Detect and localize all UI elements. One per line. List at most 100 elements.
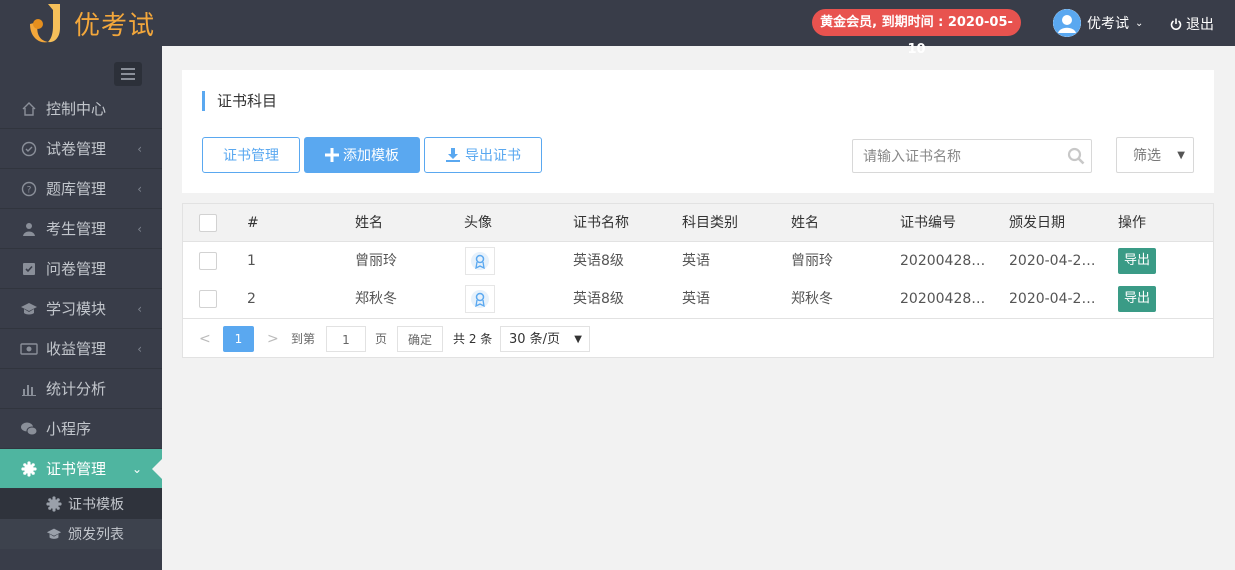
row-issue-date: 2020-04-2… xyxy=(1009,291,1096,307)
row-export-button[interactable]: 导出 xyxy=(1118,248,1156,274)
sidebar-subitem-2[interactable]: 颁发列表 xyxy=(0,519,162,549)
sidebar-item-label: 小程序 xyxy=(46,420,92,438)
username: 优考试 xyxy=(1087,16,1129,32)
prev-page-icon[interactable]: < xyxy=(199,326,211,352)
search-box xyxy=(852,139,1092,173)
check-circle-icon xyxy=(20,140,38,158)
active-notch xyxy=(152,459,162,479)
avatar xyxy=(1053,9,1081,37)
page-size-select[interactable]: 30 条/页 ▼ xyxy=(500,326,590,352)
cert-table: # 姓名 头像 证书名称 科目类别 姓名 证书编号 颁发日期 操作 1 曾丽玲 … xyxy=(182,203,1214,358)
sidebar-item-2[interactable]: 试卷管理 ‹ xyxy=(0,129,162,169)
chevron-left-icon: ‹ xyxy=(137,182,142,196)
logo-mark-icon xyxy=(26,2,66,44)
sidebar-subitem-label: 颁发列表 xyxy=(68,527,124,543)
gear-badge-icon xyxy=(46,496,62,512)
sidebar-menu: 控制中心 试卷管理 ‹? 题库管理 ‹ 考生管理 ‹ 问卷管理 学习模块 ‹ 收益管理 ‹ 统计分析 小程… xyxy=(0,89,162,549)
sidebar-item-label: 收益管理 xyxy=(46,340,107,358)
row-category: 英语 xyxy=(682,253,710,269)
col-action: 操作 xyxy=(1118,215,1146,231)
export-cert-button[interactable]: 导出证书 xyxy=(424,137,542,173)
graduation-cap-icon xyxy=(20,300,38,318)
row-cert-code: 20200428… xyxy=(900,253,986,269)
sidebar-item-4[interactable]: 考生管理 ‹ xyxy=(0,209,162,249)
col-name: 姓名 xyxy=(355,215,383,231)
row-issue-date: 2020-04-2… xyxy=(1009,253,1096,269)
goto-label: 到第 xyxy=(291,332,316,346)
col-category: 科目类别 xyxy=(682,215,738,231)
toolbar-panel: 证书科目 证书管理 添加模板 导出证书 筛选 ▼ xyxy=(182,70,1214,193)
row-avatar[interactable] xyxy=(465,247,495,275)
row-name: 曾丽玲 xyxy=(355,253,397,269)
total-count: 共 2 条 xyxy=(453,332,493,346)
col-cert-name: 证书名称 xyxy=(573,215,629,231)
row-checkbox[interactable] xyxy=(199,290,217,308)
row-category: 英语 xyxy=(682,291,710,307)
gear-badge-icon xyxy=(20,460,38,478)
col-name2: 姓名 xyxy=(791,215,819,231)
sidebar-item-3[interactable]: ? 题库管理 ‹ xyxy=(0,169,162,209)
next-page-icon[interactable]: > xyxy=(267,326,279,352)
caret-down-icon: ▼ xyxy=(574,334,582,345)
filter-select[interactable]: 筛选 ▼ xyxy=(1116,137,1194,173)
top-header: 优考试 黄金会员, 到期时间 : 2020-05-10 优考试 ⌄ 退出 xyxy=(0,0,1235,57)
sidebar-item-5[interactable]: 问卷管理 xyxy=(0,249,162,289)
row-export-button[interactable]: 导出 xyxy=(1118,286,1156,312)
sidebar-item-label: 问卷管理 xyxy=(46,260,107,278)
col-avatar: 头像 xyxy=(464,215,492,231)
sidebar-subitem-1[interactable]: 证书模板 xyxy=(0,489,162,519)
user-menu[interactable]: 优考试 ⌄ xyxy=(1053,9,1143,37)
sidebar-item-10[interactable]: 证书管理 ⌄ xyxy=(0,449,162,489)
wechat-icon xyxy=(20,420,38,438)
search-input[interactable] xyxy=(853,140,1061,172)
chevron-left-icon: ‹ xyxy=(137,222,142,236)
add-template-button[interactable]: 添加模板 xyxy=(304,137,420,173)
hamburger-icon xyxy=(121,68,135,70)
download-icon xyxy=(446,148,460,162)
col-no: # xyxy=(247,215,259,231)
menu-toggle-button[interactable] xyxy=(114,62,142,86)
chevron-left-icon: ‹ xyxy=(137,302,142,316)
sidebar-item-label: 证书管理 xyxy=(46,460,107,478)
row-cert-name: 英语8级 xyxy=(573,291,624,307)
row-cert-code: 20200428… xyxy=(900,291,986,307)
page-label: 页 xyxy=(375,332,388,346)
sidebar-submenu: 证书模板颁发列表 xyxy=(0,489,162,549)
col-issue-date: 颁发日期 xyxy=(1009,215,1065,231)
sidebar-item-label: 题库管理 xyxy=(46,180,107,198)
sidebar-item-label: 学习模块 xyxy=(46,300,107,318)
logout-label: 退出 xyxy=(1186,17,1214,33)
sidebar-item-label: 试卷管理 xyxy=(46,140,107,158)
money-icon xyxy=(20,340,38,358)
svg-text:?: ? xyxy=(27,185,32,195)
logout-button[interactable]: 退出 xyxy=(1170,14,1214,34)
row-cert-name: 英语8级 xyxy=(573,253,624,269)
search-icon[interactable] xyxy=(1061,147,1091,165)
select-all-checkbox[interactable] xyxy=(199,214,217,232)
caret-down-icon: ▼ xyxy=(1177,150,1185,161)
home-icon xyxy=(20,100,38,118)
page-title: 证书科目 xyxy=(202,91,277,111)
page-current[interactable]: 1 xyxy=(223,326,254,352)
sidebar-item-label: 统计分析 xyxy=(46,380,107,398)
goto-confirm-button[interactable]: 确定 xyxy=(397,326,443,352)
sidebar-item-9[interactable]: 小程序 xyxy=(0,409,162,449)
sidebar-item-label: 控制中心 xyxy=(46,100,107,118)
user-icon xyxy=(20,220,38,238)
logo[interactable]: 优考试 xyxy=(26,2,155,44)
goto-page-input[interactable]: 1 xyxy=(326,326,366,352)
sidebar-item-6[interactable]: 学习模块 ‹ xyxy=(0,289,162,329)
cert-manage-button[interactable]: 证书管理 xyxy=(202,137,300,173)
sidebar-item-1[interactable]: 控制中心 xyxy=(0,89,162,129)
row-checkbox[interactable] xyxy=(199,252,217,270)
table-row: 2 郑秋冬 英语8级 英语 郑秋冬 20200428… 2020-04-2… 导… xyxy=(183,280,1213,318)
graduation-cap-icon xyxy=(46,526,62,542)
vip-status-badge[interactable]: 黄金会员, 到期时间 : 2020-05-10 xyxy=(812,9,1021,57)
row-avatar[interactable] xyxy=(465,285,495,313)
logo-text: 优考试 xyxy=(74,10,156,41)
sidebar-item-7[interactable]: 收益管理 ‹ xyxy=(0,329,162,369)
plus-icon xyxy=(325,148,339,162)
row-name: 郑秋冬 xyxy=(355,291,397,307)
sidebar-item-8[interactable]: 统计分析 xyxy=(0,369,162,409)
chevron-left-icon: ‹ xyxy=(137,342,142,356)
